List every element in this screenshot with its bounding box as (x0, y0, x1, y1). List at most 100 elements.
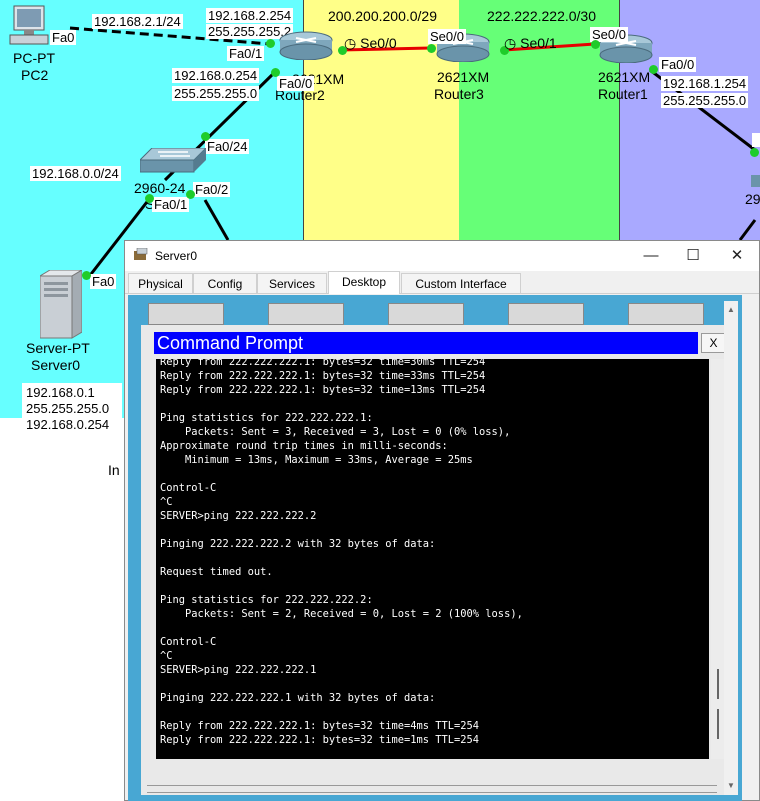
router2-icon[interactable] (278, 30, 334, 61)
link-dot (649, 65, 658, 74)
command-prompt-close-button[interactable]: X (701, 333, 726, 353)
link-dot (145, 194, 154, 203)
desktop-app-icon[interactable] (628, 303, 704, 325)
switch-icon[interactable] (138, 147, 208, 178)
maximize-button[interactable]: ☐ (673, 244, 713, 268)
link-dot (186, 190, 195, 199)
router1-mask: 255.255.255.0 (661, 93, 749, 108)
router1-ip: 192.168.1.254 (661, 76, 749, 91)
switch-port-down: Fa0/1 (152, 197, 190, 212)
router3-model: 2621XM (437, 69, 490, 85)
tab-desktop[interactable]: Desktop (328, 271, 400, 294)
tab-physical[interactable]: Physical (128, 273, 193, 293)
terminal-line: Pinging 222.222.222.1 with 32 bytes of d… (160, 692, 436, 704)
scrollbar-thumb[interactable] (717, 709, 719, 739)
tab-custom-interface[interactable]: Custom Interface (401, 273, 521, 293)
terminal-output[interactable]: Reply from 222.222.222.1: bytes=32 time=… (156, 359, 709, 759)
pc2-name: PC2 (21, 67, 49, 83)
scroll-up-icon[interactable]: ▲ (727, 305, 735, 314)
desktop-panel: Command Prompt X Reply from 222.222.222.… (128, 295, 742, 801)
terminal-line: Packets: Sent = 2, Received = 0, Lost = … (160, 608, 523, 620)
terminal-line: Pinging 222.222.222.2 with 32 bytes of d… (160, 538, 436, 550)
window-titlebar[interactable]: Server0 — ☐ ✕ (125, 241, 759, 271)
tab-config[interactable]: Config (193, 273, 257, 293)
server0-icon[interactable] (38, 269, 84, 340)
terminal-line: Request timed out. (160, 566, 273, 578)
partial-label: In (108, 462, 120, 478)
server0-ip: 192.168.0.1 (26, 385, 95, 400)
switch-port-2: Fa0/2 (193, 182, 231, 197)
link-dot (271, 68, 280, 77)
router3-se01-port: ◷ Se0/1 (504, 35, 557, 51)
scrollbar-thumb[interactable] (717, 669, 719, 699)
pc-icon (9, 5, 49, 45)
link-dot (201, 132, 210, 141)
router2-fa01-ip: 192.168.2.254 (206, 8, 294, 23)
link-dot (82, 271, 91, 280)
terminal-line: Control-C (160, 636, 217, 648)
minimize-button[interactable]: — (631, 244, 671, 268)
server0-window[interactable]: Server0 — ☐ ✕ Physical Config Services D… (124, 240, 760, 801)
router2-fa00-ip: 192.168.0.254 (172, 68, 260, 83)
switch-model: 2960-24 (134, 180, 186, 196)
close-button[interactable]: ✕ (717, 244, 757, 268)
pc2-type: PC-PT (13, 50, 55, 66)
desktop-app-icon[interactable] (508, 303, 584, 325)
server0-port: Fa0 (90, 274, 117, 289)
link-right-down (738, 219, 757, 241)
scroll-down-icon[interactable]: ▼ (727, 781, 735, 790)
right-switch-partial-label: 29 (745, 191, 760, 207)
server0-gateway: 192.168.0.254 (26, 417, 110, 432)
terminal-line: ^C (160, 496, 173, 508)
router2-fa00-port: Fa0/0 (277, 76, 315, 91)
link-switch-down (203, 199, 230, 241)
router2-fa01-port: Fa0/1 (227, 46, 265, 61)
router3-name: Router3 (434, 86, 484, 102)
pc2-link-label: 192.168.2.1/24 (92, 14, 183, 29)
desktop-vertical-scrollbar[interactable]: ▲ ▼ (724, 301, 738, 795)
clock-icon: ◷ (344, 35, 361, 51)
desktop-app-icon[interactable] (388, 303, 464, 325)
command-prompt-window[interactable]: Command Prompt X Reply from 222.222.222.… (141, 325, 730, 795)
switch-network-label: 192.168.0.0/24 (30, 166, 121, 181)
router2-se-port: ◷ Se0/0 (344, 35, 397, 51)
terminal-line: Ping statistics for 222.222.222.2: (160, 594, 373, 606)
server0-config-box: 192.168.0.1 255.255.255.0 192.168.0.254 (22, 383, 122, 433)
packet-tracer-icon (133, 247, 149, 262)
window-title: Server0 (155, 249, 198, 263)
desktop-app-icon[interactable] (148, 303, 224, 325)
window-horizontal-scrollbar[interactable] (147, 785, 717, 793)
switch-port-up: Fa0/24 (205, 139, 250, 154)
terminal-line: Approximate round trip times in milli-se… (160, 440, 448, 452)
link-dot (266, 39, 275, 48)
terminal-line: Control-C (160, 482, 217, 494)
net-yellow-label: 200.200.200.0/29 (328, 8, 437, 24)
tab-services[interactable]: Services (257, 273, 327, 293)
router1-fa-port: Fa0/0 (659, 57, 697, 72)
router2-fa00-mask: 255.255.255.0 (172, 86, 260, 101)
terminal-line: SERVER>ping 222.222.222.2 (160, 510, 317, 522)
right-switch-partial-icon (751, 175, 760, 187)
link-dot (427, 44, 436, 53)
net-green-label: 222.222.222.0/30 (487, 8, 596, 24)
desktop-app-icon[interactable] (268, 303, 344, 325)
pc2-icon[interactable] (8, 4, 50, 50)
clock-icon: ◷ (504, 35, 521, 51)
terminal-line: Reply from 222.222.222.1: bytes=32 time=… (160, 734, 480, 746)
router1-model: 2621XM (598, 69, 651, 85)
server0-type: Server-PT (26, 340, 90, 356)
terminal-line: Reply from 222.222.222.1: bytes=32 time=… (160, 370, 486, 382)
link-dot (591, 40, 600, 49)
right-edge-box (752, 133, 760, 147)
pc2-port: Fa0 (50, 30, 77, 45)
server0-name: Server0 (31, 357, 81, 373)
router3-se00-port: Se0/0 (428, 29, 466, 44)
terminal-line: Minimum = 13ms, Maximum = 33ms, Average … (160, 454, 473, 466)
